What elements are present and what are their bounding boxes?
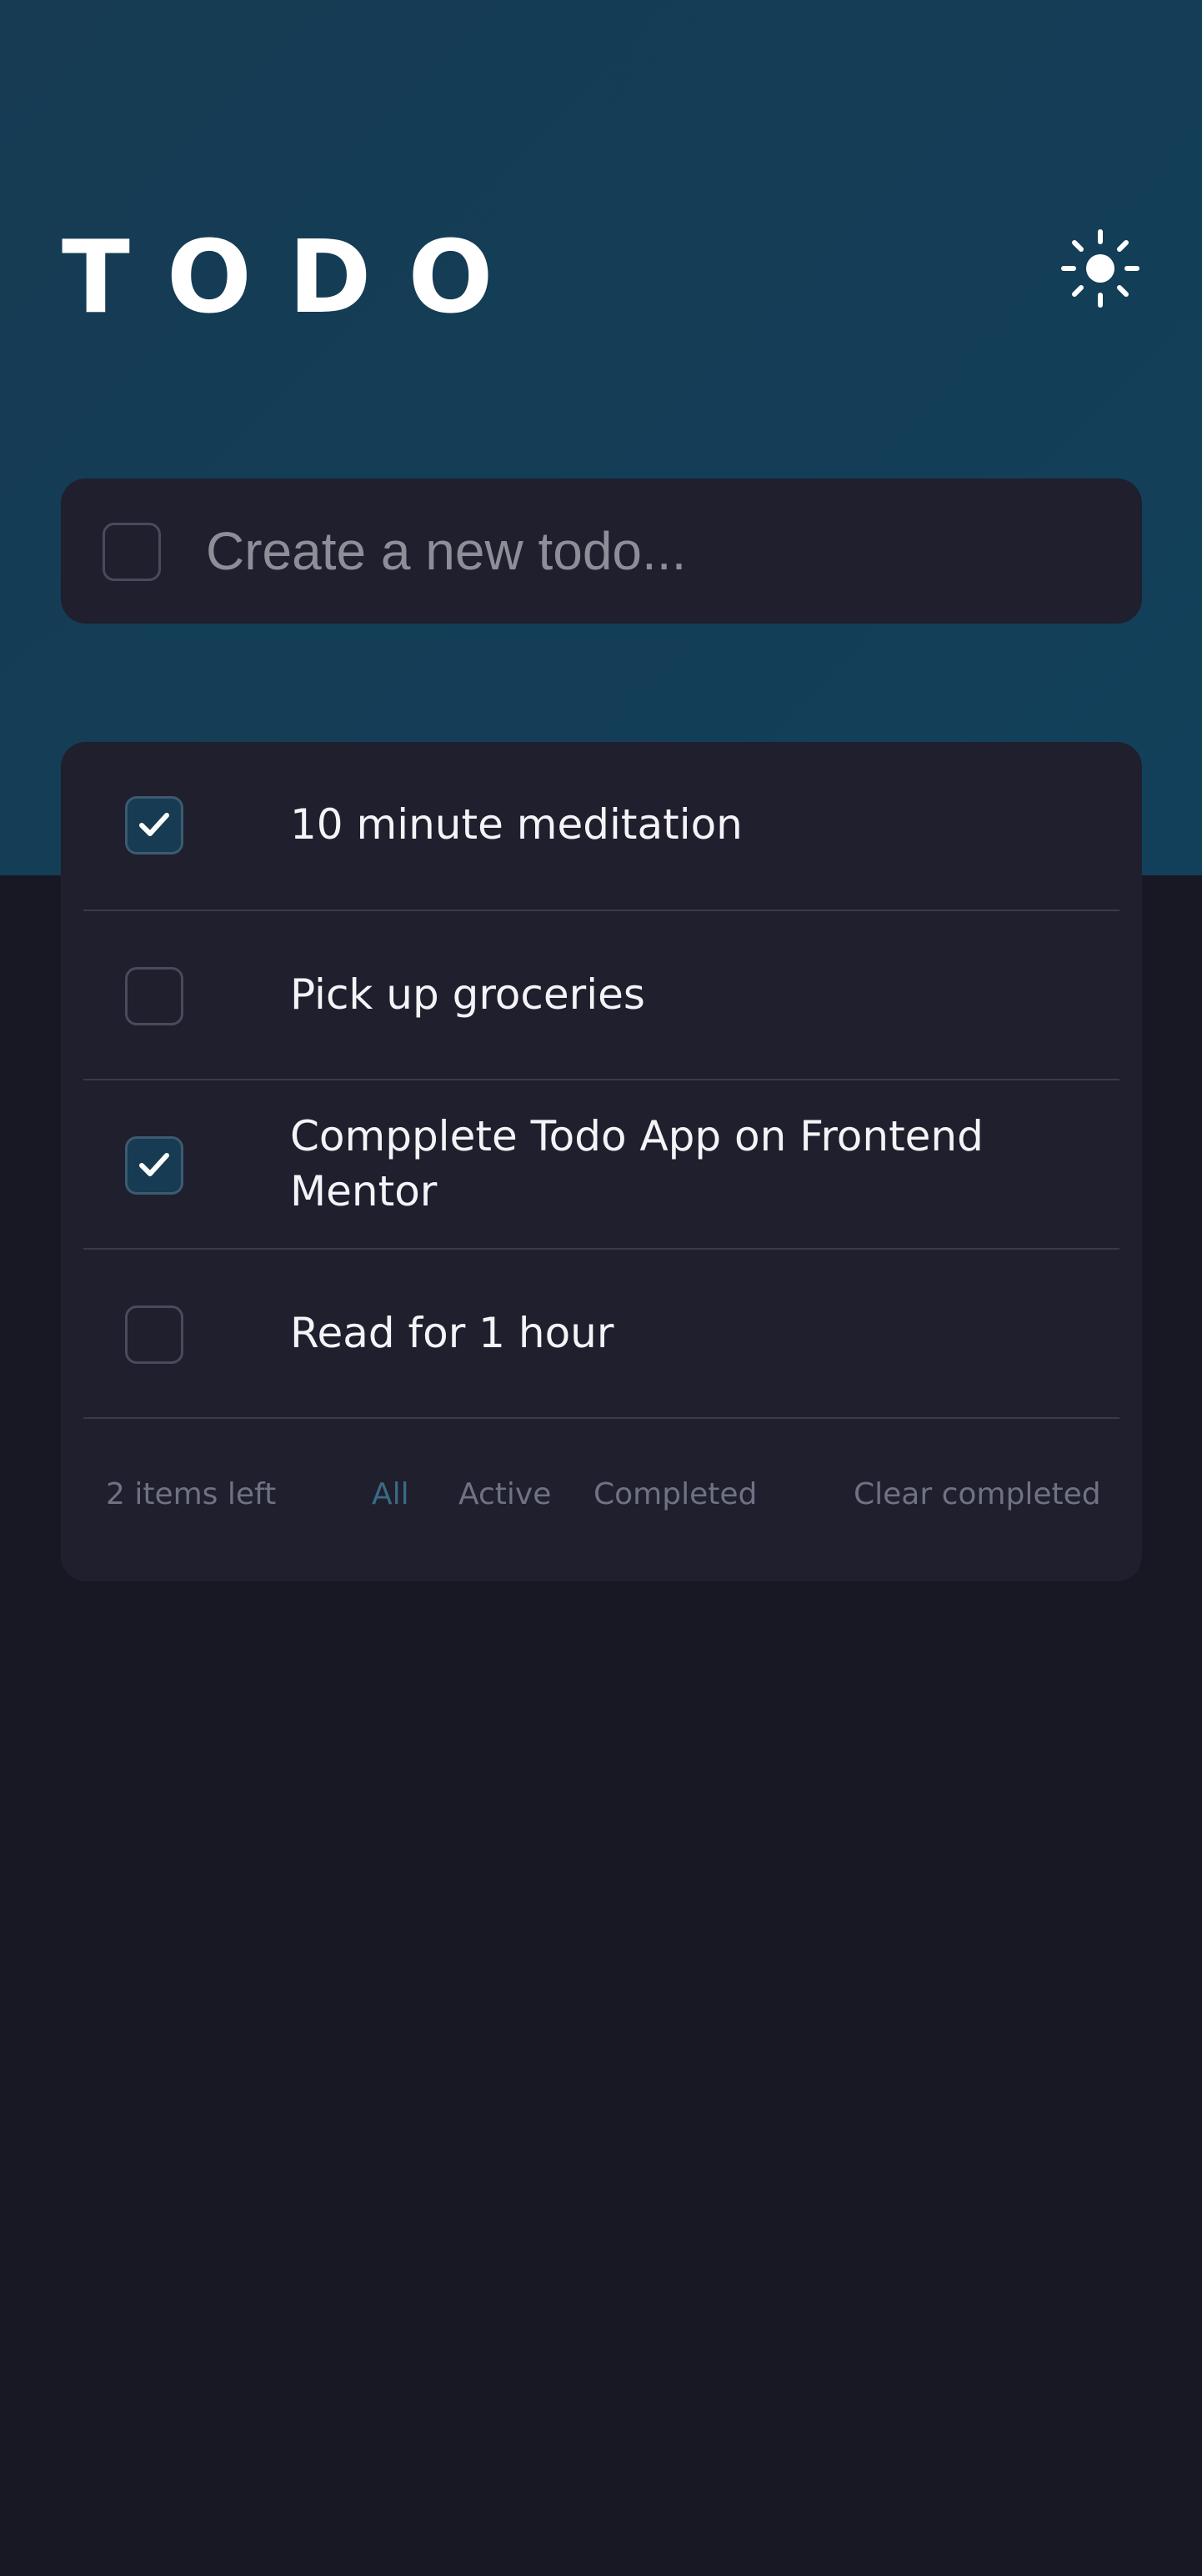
- todo-label: Read for 1 hour: [290, 1309, 614, 1357]
- checkmark-icon: [139, 813, 169, 836]
- theme-toggle-button[interactable]: [1060, 228, 1140, 308]
- todo-checkbox[interactable]: [125, 1306, 183, 1364]
- sun-icon: [1061, 229, 1139, 308]
- todo-label: 10 minute meditation: [290, 800, 743, 849]
- filter-all[interactable]: All: [372, 1477, 409, 1511]
- todo-checkbox[interactable]: [125, 1136, 183, 1195]
- clear-completed-button[interactable]: Clear completed: [854, 1477, 1101, 1511]
- todo-item: Read for 1 hour: [83, 1250, 1119, 1419]
- todo-list: 10 minute meditation Pick up groceries C…: [61, 742, 1142, 1581]
- todo-item: 10 minute meditation: [83, 742, 1119, 911]
- filter-active[interactable]: Active: [458, 1477, 551, 1511]
- items-left-count: 2 items left: [106, 1477, 277, 1511]
- checkmark-icon: [139, 1153, 169, 1176]
- todo-item: Pick up groceries: [83, 911, 1119, 1080]
- new-todo-checkbox[interactable]: [103, 523, 161, 581]
- todo-checkbox[interactable]: [125, 796, 183, 854]
- todo-label: Pick up groceries: [290, 970, 645, 1019]
- new-todo-input[interactable]: [206, 509, 1106, 593]
- todo-footer: 2 items left All Active Completed Clear …: [61, 1419, 1142, 1561]
- new-todo-box: [61, 479, 1142, 624]
- todo-item: Compplete Todo App on Frontend Mentor: [83, 1080, 1119, 1250]
- todo-label: Compplete Todo App on Frontend Mentor: [290, 1112, 984, 1215]
- filter-completed[interactable]: Completed: [593, 1477, 757, 1511]
- app-title: TODO: [62, 220, 530, 336]
- todo-checkbox[interactable]: [125, 967, 183, 1025]
